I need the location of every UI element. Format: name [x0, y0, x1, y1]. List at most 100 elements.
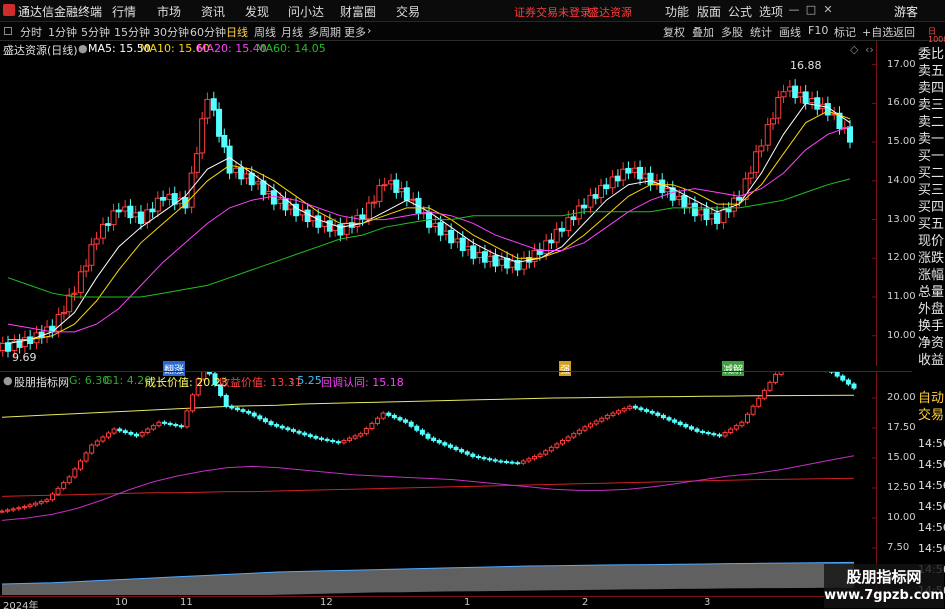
indicator-candle-body	[10, 508, 16, 511]
indicator-candle-body	[672, 419, 678, 423]
indicator-candle-body	[117, 428, 123, 432]
adjust-button[interactable]: 复权	[663, 24, 685, 40]
indicator-candle-body	[223, 394, 229, 407]
close-icon[interactable]: ✕	[820, 2, 836, 18]
stock-name-label: 盛达资源(日线)	[3, 44, 78, 57]
menu-wealth-circle[interactable]: 财富圈	[340, 3, 376, 20]
candle-body	[55, 313, 62, 332]
indicator-candle-body	[190, 394, 196, 412]
price-chart-panel[interactable]: 盛达资源(日线) ● MA5: 15.50 MA10: 15.60 MA20: …	[0, 41, 916, 376]
indicator-candle-body	[773, 373, 779, 383]
menu-options[interactable]: 选项	[759, 3, 783, 20]
indicator-candle-body	[262, 418, 268, 423]
period-tab-1min[interactable]: 1分钟	[48, 24, 77, 40]
indicator-candle-body	[341, 439, 347, 444]
multi-stock-button[interactable]: 多股	[721, 24, 743, 40]
menu-layout[interactable]: 版面	[697, 3, 721, 20]
indicator-candle-body	[548, 446, 554, 452]
candle-body	[21, 337, 28, 348]
candle-body	[581, 204, 588, 209]
candle-body	[592, 194, 599, 199]
diamond-icon[interactable]: ◇	[850, 43, 858, 56]
indicator-candle-body	[145, 428, 151, 433]
indicator-candle-body	[716, 434, 722, 437]
legend-settings-icon[interactable]: ●	[78, 42, 88, 55]
indicator-candle-body	[616, 410, 622, 414]
overlay-button[interactable]: 叠加	[692, 24, 714, 40]
app-title: 通达信金融终端	[18, 5, 103, 19]
time-axis: 2024年 10 11 12 1 2 3	[0, 596, 875, 609]
indicator-y-tick: 17.50	[887, 422, 916, 433]
period-tab-30min[interactable]: 30分钟	[153, 24, 189, 40]
indicator-candle-body	[414, 425, 420, 431]
indicator-candle-body	[700, 430, 706, 434]
menu-trade[interactable]: 交易	[396, 3, 420, 20]
period-tab-daily[interactable]: 日线	[226, 24, 248, 40]
period-tab-15min[interactable]: 15分钟	[114, 24, 150, 40]
indicator-panel[interactable]: ● 股朋指标网 G: 6.30 G1: 4.20 成长价值: 20.23 收益价…	[0, 356, 916, 602]
period-tab-60min[interactable]: 60分钟	[190, 24, 226, 40]
indicator-line	[1, 394, 855, 418]
menu-discover[interactable]: 发现	[245, 3, 269, 20]
more-chevron-icon[interactable]: ›	[367, 24, 371, 37]
app-logo-icon	[3, 4, 15, 16]
price-y-tick: 17.00	[887, 58, 916, 70]
period-tab-5min[interactable]: 5分钟	[81, 24, 110, 40]
candle-body	[802, 91, 809, 104]
candle-body	[454, 238, 461, 243]
add-watchlist-button[interactable]: +自选	[862, 24, 893, 40]
price-y-tick: 13.00	[887, 213, 916, 225]
maximize-icon[interactable]: □	[803, 2, 819, 18]
candle-body	[204, 98, 211, 119]
candle-body	[315, 215, 322, 228]
period-tab-weekly[interactable]: 周线	[254, 24, 276, 40]
candle-body	[703, 208, 710, 221]
indicator-candle-body	[778, 365, 784, 375]
side-panel-sub-item[interactable]: 交易	[918, 404, 944, 423]
candle-body	[248, 172, 255, 186]
candle-body	[304, 209, 311, 222]
tick-time: 14:56	[918, 500, 945, 513]
candle-body	[371, 201, 378, 204]
layout-icon[interactable]	[4, 27, 12, 35]
expand-icon[interactable]: ‹›	[865, 43, 874, 56]
candle-body	[77, 271, 84, 293]
indicator-candle-body	[604, 414, 610, 419]
menu-market[interactable]: 市场	[157, 3, 181, 20]
candle-body	[232, 167, 239, 173]
candle-body	[122, 206, 129, 212]
menu-news[interactable]: 资讯	[201, 3, 225, 20]
side-panel-item[interactable]: 收益	[918, 349, 944, 368]
candle-body	[160, 196, 167, 201]
candle-body	[753, 151, 760, 173]
draw-line-button[interactable]: 画线	[779, 24, 801, 40]
menu-formula[interactable]: 公式	[728, 3, 752, 20]
indicator-candle-body	[840, 375, 846, 381]
guest-user[interactable]: 游客	[894, 3, 918, 20]
mark-button[interactable]: 标记	[834, 24, 856, 40]
candle-body	[681, 195, 688, 209]
period-tab-intraday[interactable]: 分时	[20, 24, 42, 40]
indicator-candle-body	[134, 433, 140, 437]
indicator-candle-body	[77, 460, 83, 470]
stats-button[interactable]: 统计	[750, 24, 772, 40]
candle-body	[565, 217, 572, 231]
candle-body	[792, 85, 799, 99]
indicator-candle-body	[128, 432, 134, 435]
indicator-candle-body	[845, 379, 851, 385]
indicator-candle-body	[745, 413, 750, 423]
period-tab-more[interactable]: 更多	[344, 24, 366, 40]
f10-button[interactable]: F10	[808, 24, 828, 37]
candle-body	[243, 173, 250, 179]
menu-function[interactable]: 功能	[665, 3, 689, 20]
indicator-settings-icon[interactable]: ●	[3, 374, 13, 387]
period-tab-monthly[interactable]: 月线	[281, 24, 303, 40]
candle-body	[620, 168, 627, 181]
back-button[interactable]: 返回	[893, 24, 915, 40]
indicator-candle-body	[0, 510, 5, 513]
menu-quotes[interactable]: 行情	[112, 3, 136, 20]
period-tab-multi[interactable]: 多周期	[308, 24, 341, 40]
login-notice[interactable]: 证券交易未登录	[514, 4, 591, 20]
minimize-icon[interactable]: —	[786, 2, 802, 18]
menu-wenxiaoda[interactable]: 问小达	[288, 3, 324, 20]
